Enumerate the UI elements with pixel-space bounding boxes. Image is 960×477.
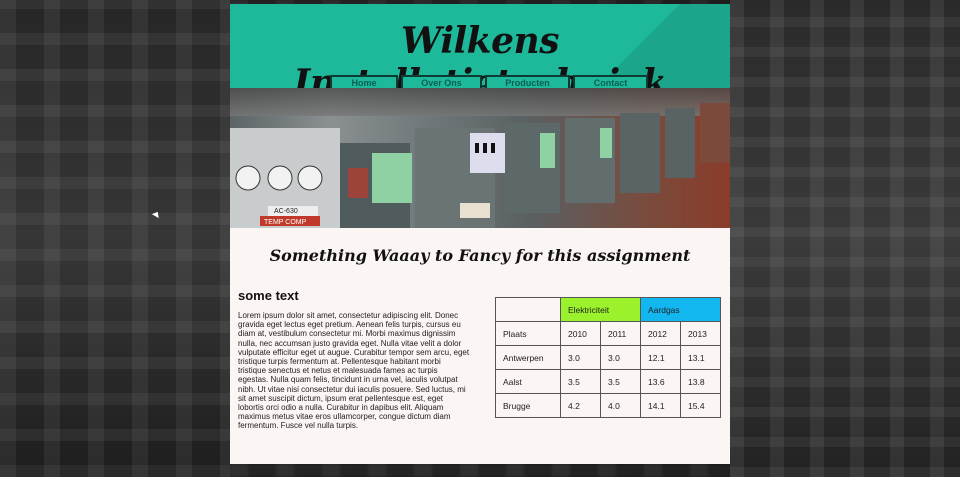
meter-label-1: AC-630 <box>274 208 298 215</box>
tagline: Something Waaay to Fancy for this assign… <box>269 246 691 265</box>
nav-item-over-ons[interactable]: Over Ons <box>401 75 482 88</box>
site-header: Wilkens Installatietechniek Home Over On… <box>230 4 730 88</box>
nav-item-home[interactable]: Home <box>330 75 398 88</box>
meter-label-2: TEMP COMP <box>264 219 307 226</box>
page-container: Wilkens Installatietechniek Home Over On… <box>230 4 730 464</box>
background-left <box>0 0 230 477</box>
hero-image: AC-630 TEMP COMP <box>230 88 730 228</box>
main-nav: Home Over Ons Producten Contact <box>330 75 648 88</box>
background-right <box>730 0 960 477</box>
meters-illustration: AC-630 TEMP COMP <box>230 103 730 228</box>
nav-item-contact[interactable]: Contact <box>573 75 648 88</box>
nav-item-producten[interactable]: Producten <box>485 75 570 88</box>
